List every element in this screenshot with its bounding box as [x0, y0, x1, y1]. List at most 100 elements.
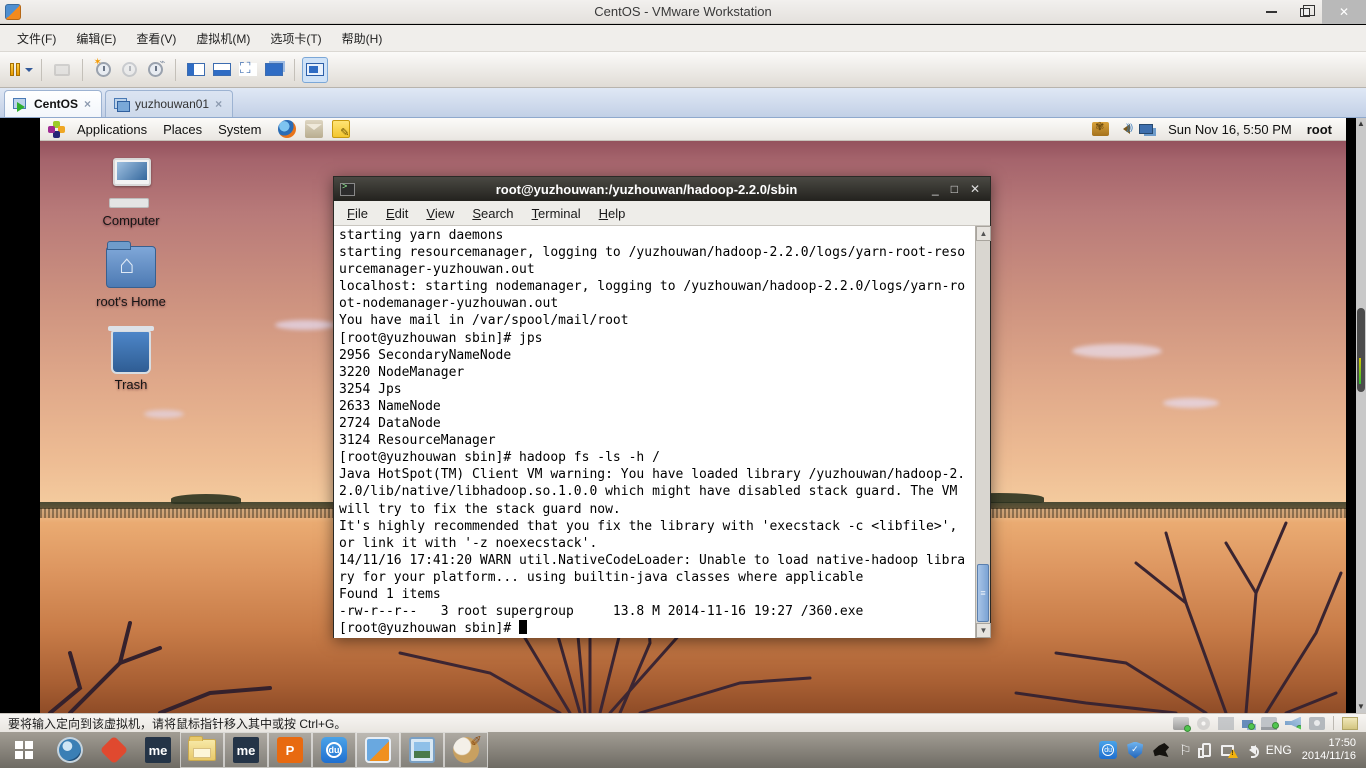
system-tray: du ⚐ ENG 17:50 2014/11/16 [1099, 737, 1366, 763]
power-dropdown-arrow[interactable] [25, 68, 33, 76]
desktop-icon-computer[interactable]: Computer [76, 158, 186, 228]
tab-yuzhouwan01[interactable]: yuzhouwan01 × [105, 90, 233, 117]
taskbar-file-explorer[interactable] [180, 732, 224, 768]
package-updater-icon[interactable] [1092, 122, 1109, 136]
vmware-tabstrip: CentOS × yuzhouwan01 × [0, 88, 1366, 118]
menu-system[interactable]: System [210, 120, 269, 139]
harddisk-device-icon[interactable] [1173, 717, 1189, 730]
tray-volume-icon[interactable] [1244, 745, 1256, 755]
git-icon [100, 736, 128, 764]
usb-device-icon[interactable] [1309, 717, 1325, 730]
firefox-launcher-icon[interactable] [278, 120, 296, 138]
menu-vm[interactable]: 虚拟机(M) [187, 26, 259, 51]
terminal-line: urcemanager-yuzhouwan.out [339, 261, 974, 278]
sourcetree-icon [57, 737, 83, 763]
manage-snapshots-button[interactable] [142, 57, 168, 83]
terminal-menu-view[interactable]: View [419, 204, 461, 223]
taskbar-baidu-music[interactable]: du [312, 732, 356, 768]
terminal-minimize-button[interactable]: _ [932, 182, 939, 196]
terminal-line: You have mail in /var/spool/mail/root [339, 312, 974, 329]
console-view-button[interactable] [209, 57, 235, 83]
volume-icon[interactable] [1118, 124, 1130, 134]
paint-icon [453, 737, 479, 763]
menu-file[interactable]: 文件(F) [8, 26, 65, 51]
terminal-menu-file[interactable]: File [340, 204, 375, 223]
menu-edit[interactable]: 编辑(E) [67, 26, 125, 51]
menu-help[interactable]: 帮助(H) [333, 26, 392, 51]
tray-app-icon[interactable] [1153, 743, 1169, 757]
desktop-icon-home[interactable]: root's Home [76, 246, 186, 309]
tab-centos[interactable]: CentOS × [4, 90, 102, 117]
tray-action-center-icon[interactable]: ⚐ [1179, 742, 1192, 759]
network-device-icon[interactable] [1242, 720, 1253, 728]
start-button[interactable] [0, 732, 48, 768]
thumbnail-bar-button[interactable] [302, 57, 328, 83]
taskbar-git[interactable] [92, 732, 136, 768]
revert-snapshot-button[interactable] [116, 57, 142, 83]
tray-baidu-music-icon[interactable]: du [1099, 741, 1117, 759]
vmware-app-icon [5, 4, 21, 20]
tray-security-shield-icon[interactable] [1127, 742, 1143, 759]
vmware-scroll-thumb[interactable] [1357, 308, 1365, 392]
network-icon[interactable] [1139, 124, 1153, 134]
centos-menu-icon[interactable] [48, 121, 65, 138]
floppy-device-icon[interactable] [1218, 717, 1234, 730]
text-editor-launcher-icon[interactable] [332, 120, 350, 138]
panel-clock[interactable]: Sun Nov 16, 5:50 PM [1162, 122, 1298, 137]
scroll-down-icon[interactable]: ▼ [1356, 701, 1366, 713]
terminal-scroll-thumb[interactable]: ≡ [977, 564, 989, 622]
printer-device-icon[interactable] [1261, 717, 1277, 730]
terminal-menu-search[interactable]: Search [465, 204, 520, 223]
close-button[interactable]: ✕ [1322, 0, 1366, 24]
terminal-menu-help[interactable]: Help [592, 204, 633, 223]
scroll-down-icon[interactable]: ▼ [976, 623, 991, 638]
tab-close-icon[interactable]: × [215, 97, 222, 111]
terminal-maximize-button[interactable]: □ [951, 182, 958, 196]
minimize-button[interactable] [1254, 0, 1288, 24]
terminal-cursor [519, 620, 527, 634]
menu-view[interactable]: 查看(V) [127, 26, 185, 51]
take-snapshot-button[interactable] [90, 57, 116, 83]
scroll-up-icon[interactable]: ▲ [1356, 118, 1366, 130]
taskbar-markdownpad[interactable]: me [136, 732, 180, 768]
tray-clock[interactable]: 17:50 2014/11/16 [1302, 737, 1356, 763]
terminal-close-button[interactable]: ✕ [970, 182, 980, 196]
terminal-scrollbar[interactable]: ▲ ≡ ▼ [975, 226, 990, 638]
terminal-titlebar[interactable]: root@yuzhouwan:/yuzhouwan/hadoop-2.2.0/s… [334, 177, 990, 201]
message-log-icon[interactable] [1342, 717, 1358, 730]
unity-mode-button[interactable] [261, 57, 287, 83]
taskbar-sourcetree[interactable] [48, 732, 92, 768]
power-pause-button[interactable] [8, 57, 34, 83]
send-ctrl-alt-del-button[interactable] [49, 57, 75, 83]
fullscreen-button[interactable] [235, 57, 261, 83]
tray-language-indicator[interactable]: ENG [1266, 743, 1292, 757]
window-controls: ✕ [1254, 0, 1366, 24]
restore-button[interactable] [1288, 0, 1322, 24]
vmware-toolbar [0, 52, 1366, 88]
email-launcher-icon[interactable] [305, 120, 323, 138]
taskbar-wps-presentation[interactable]: P [268, 732, 312, 768]
terminal-menu-edit[interactable]: Edit [379, 204, 415, 223]
taskbar-photo-viewer[interactable] [400, 732, 444, 768]
terminal-menu-terminal[interactable]: Terminal [525, 204, 588, 223]
vmware-icon [365, 737, 391, 763]
menu-places[interactable]: Places [155, 120, 210, 139]
terminal-body[interactable]: starting yarn daemons starting resourcem… [334, 226, 990, 638]
tab-close-icon[interactable]: × [84, 97, 91, 111]
taskbar-paint[interactable] [444, 732, 488, 768]
terminal-line: It's highly recommended that you fix the… [339, 518, 974, 535]
taskbar-vmware[interactable] [356, 732, 400, 768]
menu-tabs[interactable]: 选项卡(T) [261, 26, 330, 51]
panel-username[interactable]: root [1307, 122, 1336, 137]
tray-network-warning-icon[interactable] [1221, 745, 1234, 756]
cdrom-device-icon[interactable] [1197, 717, 1210, 730]
taskbar-markdownpad-running[interactable]: me [224, 732, 268, 768]
sound-device-icon[interactable] [1285, 717, 1301, 730]
menu-applications[interactable]: Applications [69, 120, 155, 139]
tray-power-icon[interactable] [1202, 743, 1211, 757]
scroll-up-icon[interactable]: ▲ [976, 226, 991, 241]
desktop-icon-trash[interactable]: Trash [76, 330, 186, 392]
terminal-line: -rw-r--r-- 3 root supergroup 13.8 M 2014… [339, 603, 974, 620]
vmware-view-scrollbar[interactable]: ▲ ▼ [1356, 118, 1366, 713]
show-library-button[interactable] [183, 57, 209, 83]
